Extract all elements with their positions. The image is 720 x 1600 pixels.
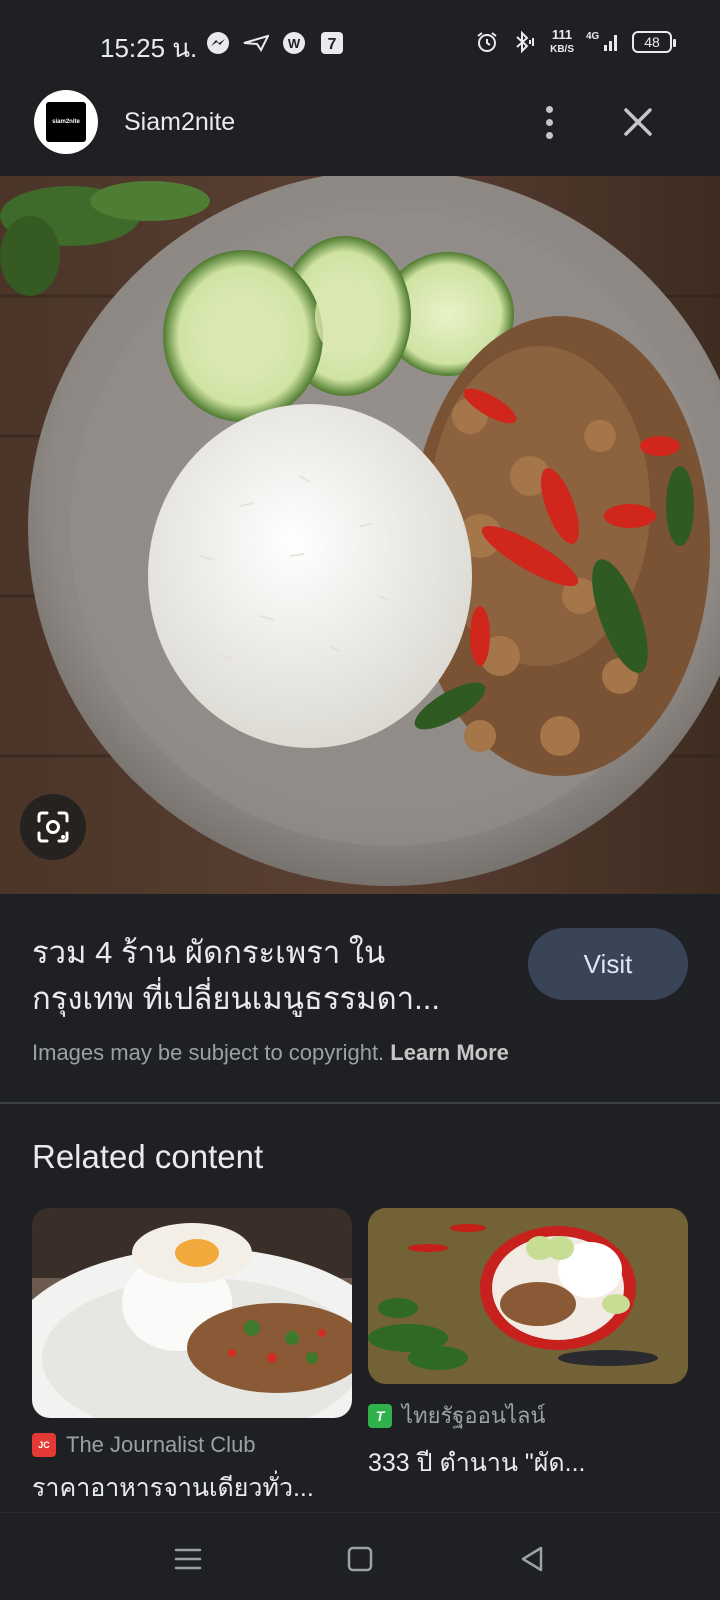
svg-text:W: W [288,36,301,51]
status-right: 111 KB/S 4G 48 [474,28,676,56]
system-nav-bar [0,1512,720,1600]
related-photo-1 [32,1208,352,1418]
messenger-icon [205,30,231,56]
more-options-button[interactable] [534,102,564,142]
source-favicon-icon: T [368,1403,392,1428]
status-bar: 15:25 น. W 7 111 KB/S 4G 48 [0,0,720,88]
related-card-image[interactable] [32,1208,352,1418]
related-card-source: T ไทยรัฐออนไลน์ [368,1398,688,1433]
related-card[interactable]: T ไทยรัฐออนไลน์ 333 ปี ตำนาน "ผัด... [368,1208,688,1483]
alarm-icon [474,29,500,55]
copyright-notice: Images may be subject to copyright. Lear… [32,1040,509,1066]
paper-plane-icon [243,30,269,56]
related-card-image[interactable] [368,1208,688,1384]
back-triangle-icon [521,1546,543,1572]
back-button[interactable] [512,1539,552,1579]
recent-apps-button[interactable] [168,1539,208,1579]
status-time: 15:25 น. [100,33,198,63]
site-logo[interactable]: siam2nite [34,90,98,154]
lens-icon [37,811,69,843]
more-dot-icon [545,118,553,126]
svg-text:7: 7 [328,36,337,53]
result-title-line: กรุงเทพ ที่เปลี่ยนเมนูธรรมดา... [32,981,440,1016]
more-dot-icon [545,131,553,139]
seven-eleven-icon: 7 [319,30,345,56]
source-name: The Journalist Club [66,1432,256,1457]
learn-more-link[interactable]: Learn More [390,1040,509,1065]
related-content-heading: Related content [32,1138,264,1175]
viewer-header: siam2nite Siam2nite [0,88,720,176]
result-info: รวม 4 ร้าน ผัดกระเพรา ใน กรุงเทพ ที่เปลี… [0,894,720,1102]
close-icon [624,108,652,136]
svg-text:4G: 4G [586,31,600,42]
result-title[interactable]: รวม 4 ร้าน ผัดกระเพรา ใน กรุงเทพ ที่เปลี… [32,930,502,1026]
home-square-icon [347,1546,373,1572]
site-logo-mark: siam2nite [46,102,86,142]
speed-value: 111 [551,27,573,42]
visit-button[interactable]: Visit [528,928,688,1000]
related-card-title: 333 ปี ตำนาน "ผัด... [368,1449,586,1477]
speed-unit: KB/S [550,44,574,55]
related-card-title: ราคาอาหารจานเดียวทั่ว... [32,1474,314,1502]
lens-search-button[interactable] [20,794,86,860]
related-card[interactable]: JC The Journalist Club ราคาอาหารจานเดียว… [32,1208,352,1508]
hero-image[interactable] [0,176,720,894]
source-name: ไทยรัฐออนไลน์ [402,1403,546,1428]
w-app-icon: W [281,30,307,56]
result-title-line: รวม 4 ร้าน ผัดกระเพรา ใน [32,935,386,970]
home-button[interactable] [340,1539,380,1579]
close-button[interactable] [618,102,658,142]
battery-indicator: 48 [632,31,676,53]
section-divider [0,1102,720,1104]
bluetooth-icon [512,29,538,55]
menu-icon [174,1548,202,1570]
signal-icon: 4G [586,29,620,55]
notification-icons: W 7 [205,30,345,56]
source-favicon-icon: JC [32,1433,56,1457]
copyright-text: Images may be subject to copyright. [32,1040,385,1065]
related-card-source: JC The Journalist Club [32,1432,352,1458]
food-photo [0,176,720,894]
site-name[interactable]: Siam2nite [124,108,235,137]
network-speed: 111 KB/S [550,28,574,56]
more-dot-icon [545,105,553,113]
related-photo-2 [368,1208,688,1384]
